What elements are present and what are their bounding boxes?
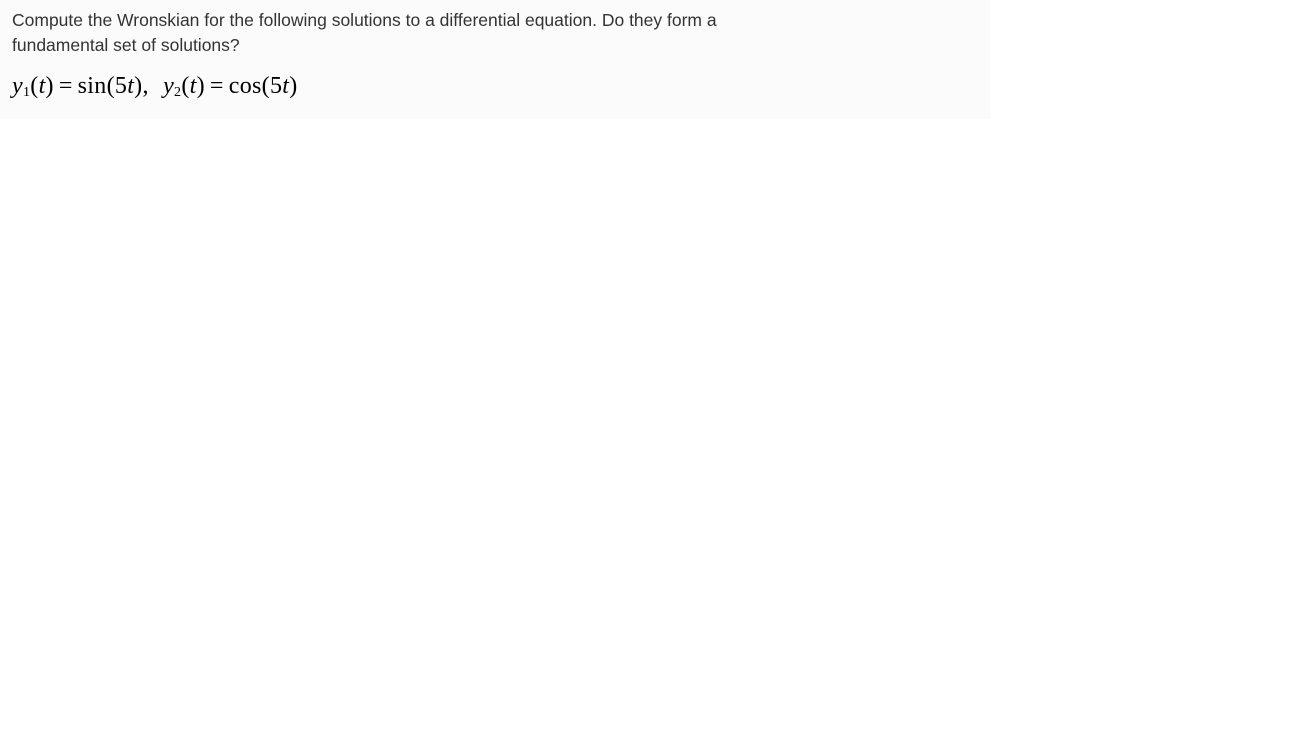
prompt-line-1: Compute the Wronskian for the following … <box>12 10 717 30</box>
y1-paren-close: ) <box>46 73 54 99</box>
equals-1: = <box>54 73 78 99</box>
y1-arg: t <box>39 73 46 99</box>
separator: , <box>142 73 156 99</box>
sin-coef: 5 <box>115 73 127 99</box>
question-prompt: Compute the Wronskian for the following … <box>12 8 978 57</box>
question-block: Compute the Wronskian for the following … <box>0 0 990 119</box>
sin-paren-open: ( <box>107 73 115 99</box>
y2-arg: t <box>190 73 197 99</box>
sin-func: sin <box>78 73 107 99</box>
y2-symbol: y <box>163 73 174 99</box>
equals-2: = <box>205 73 229 99</box>
prompt-line-2: fundamental set of solutions? <box>12 35 240 55</box>
cos-paren-open: ( <box>262 73 270 99</box>
cos-paren-close: ) <box>289 73 297 99</box>
y1-symbol: y <box>12 73 23 99</box>
y1-paren-open: ( <box>30 73 38 99</box>
cos-func: cos <box>229 73 262 99</box>
equation-display: y1(t)=sin(5t), y2(t)=cos(5t) <box>12 73 978 101</box>
y2-paren-open: ( <box>181 73 189 99</box>
cos-coef: 5 <box>270 73 282 99</box>
y2-paren-close: ) <box>197 73 205 99</box>
